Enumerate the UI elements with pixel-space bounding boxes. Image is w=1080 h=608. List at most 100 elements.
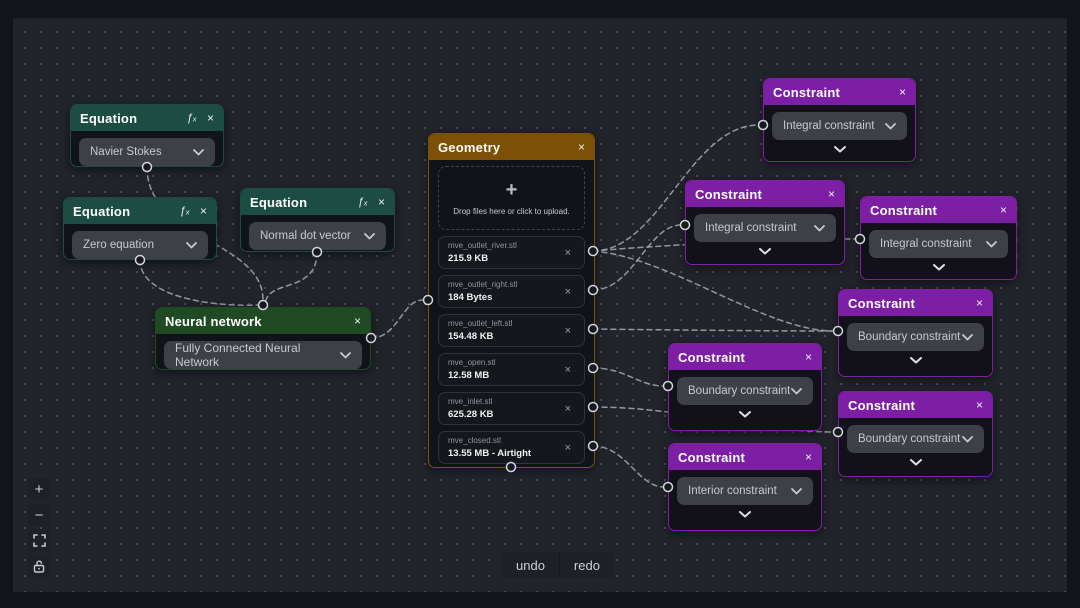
geometry-header: Geometry × (429, 134, 594, 160)
constraint-6-input-port[interactable] (834, 428, 843, 437)
close-icon[interactable]: × (805, 451, 812, 463)
chevron-down-icon (910, 459, 922, 466)
equation-node-2[interactable]: Equation ƒₓ × Zero equation (63, 197, 217, 260)
expand-node-chevron[interactable] (764, 140, 915, 157)
file-name: mve_outlet_left.stl (448, 319, 575, 328)
constraint-select-4[interactable]: Boundary constraint (847, 323, 984, 351)
function-icon[interactable]: ƒₓ (180, 206, 190, 217)
close-icon[interactable]: × (354, 315, 361, 327)
expand-node-chevron[interactable] (839, 351, 992, 368)
close-icon[interactable]: × (378, 196, 385, 208)
constraint-select-2[interactable]: Integral constraint (694, 214, 836, 242)
chevron-down-icon (364, 233, 375, 240)
file-left-output-port[interactable] (589, 325, 598, 334)
node-title: Equation (80, 111, 177, 126)
geometry-input-port[interactable] (424, 296, 433, 305)
file-item: mve_inlet.stl 625.28 KB × (438, 392, 585, 425)
close-icon[interactable]: × (976, 297, 983, 309)
file-size: 184 Bytes (448, 292, 575, 303)
close-icon[interactable]: × (578, 141, 585, 153)
file-closed-output-port[interactable] (589, 442, 598, 451)
constraint-header: Constraint × (861, 197, 1016, 223)
file-open-output-port[interactable] (589, 364, 598, 373)
constraint-select-7[interactable]: Interior constraint (677, 477, 813, 505)
neural-network-output-port[interactable] (367, 334, 376, 343)
close-icon[interactable]: × (200, 205, 207, 217)
upload-plus-icon: + (506, 180, 518, 200)
undo-button[interactable]: undo (502, 552, 559, 578)
constraint-node-3[interactable]: Constraint × Integral constraint (860, 196, 1017, 280)
equation-node-2-header: Equation ƒₓ × (64, 198, 216, 224)
chevron-down-icon (962, 436, 973, 443)
geometry-bottom-port[interactable] (507, 463, 516, 472)
constraint-7-input-port[interactable] (664, 483, 673, 492)
constraint-node-6[interactable]: Constraint × Boundary constraint (838, 391, 993, 477)
equation-node-1[interactable]: Equation ƒₓ × Navier Stokes (70, 104, 224, 167)
equation-1-output-port[interactable] (143, 163, 152, 172)
equation-select-3[interactable]: Normal dot vector (249, 222, 386, 250)
select-value: Navier Stokes (90, 146, 162, 158)
chevron-down-icon (814, 225, 825, 232)
chevron-down-icon (186, 242, 197, 249)
expand-node-chevron[interactable] (686, 242, 844, 259)
expand-node-chevron[interactable] (669, 405, 821, 422)
neural-network-input-port[interactable] (259, 301, 268, 310)
remove-file-icon[interactable]: × (565, 286, 571, 298)
equation-2-output-port[interactable] (136, 256, 145, 265)
equation-node-3-header: Equation ƒₓ × (241, 189, 394, 215)
fit-view-button[interactable] (28, 529, 50, 551)
file-river-output-port[interactable] (589, 247, 598, 256)
geometry-node[interactable]: Geometry × + Drop files here or click to… (428, 133, 595, 468)
neural-network-select[interactable]: Fully Connected Neural Network (164, 341, 362, 369)
constraint-node-7[interactable]: Constraint × Interior constraint (668, 443, 822, 531)
expand-node-chevron[interactable] (669, 505, 821, 522)
close-icon[interactable]: × (828, 188, 835, 200)
expand-node-chevron[interactable] (861, 258, 1016, 275)
remove-file-icon[interactable]: × (565, 364, 571, 376)
neural-network-node[interactable]: Neural network × Fully Connected Neural … (155, 307, 371, 370)
remove-file-icon[interactable]: × (565, 442, 571, 454)
file-item: mve_outlet_right.stl 184 Bytes × (438, 275, 585, 308)
constraint-select-1[interactable]: Integral constraint (772, 112, 907, 140)
close-icon[interactable]: × (976, 399, 983, 411)
redo-button[interactable]: redo (559, 552, 614, 578)
remove-file-icon[interactable]: × (565, 325, 571, 337)
expand-node-chevron[interactable] (839, 453, 992, 470)
close-icon[interactable]: × (805, 351, 812, 363)
chevron-down-icon (834, 146, 846, 153)
function-icon[interactable]: ƒₓ (187, 113, 197, 124)
constraint-select-3[interactable]: Integral constraint (869, 230, 1008, 258)
constraint-5-input-port[interactable] (664, 382, 673, 391)
chevron-down-icon (193, 149, 204, 156)
function-icon[interactable]: ƒₓ (358, 197, 368, 208)
plus-icon: + (35, 481, 44, 498)
constraint-select-5[interactable]: Boundary constraint (677, 377, 813, 405)
remove-file-icon[interactable]: × (565, 247, 571, 259)
constraint-2-input-port[interactable] (681, 221, 690, 230)
select-value: Boundary constraint (858, 331, 960, 343)
lock-button[interactable] (28, 555, 50, 577)
constraint-node-5[interactable]: Constraint × Boundary constraint (668, 343, 822, 431)
constraint-3-input-port[interactable] (856, 235, 865, 244)
remove-file-icon[interactable]: × (565, 403, 571, 415)
constraint-1-input-port[interactable] (759, 121, 768, 130)
constraint-header: Constraint × (764, 79, 915, 105)
file-dropzone[interactable]: + Drop files here or click to upload. (438, 166, 585, 230)
equation-3-output-port[interactable] (313, 248, 322, 257)
close-icon[interactable]: × (1000, 204, 1007, 216)
zoom-in-button[interactable]: + (28, 478, 50, 500)
file-inlet-output-port[interactable] (589, 403, 598, 412)
node-title: Equation (73, 204, 170, 219)
constraint-node-2[interactable]: Constraint × Integral constraint (685, 180, 845, 265)
constraint-select-6[interactable]: Boundary constraint (847, 425, 984, 453)
constraint-header: Constraint × (686, 181, 844, 207)
constraint-node-1[interactable]: Constraint × Integral constraint (763, 78, 916, 162)
file-right-output-port[interactable] (589, 286, 598, 295)
close-icon[interactable]: × (899, 86, 906, 98)
constraint-node-4[interactable]: Constraint × Boundary constraint (838, 289, 993, 377)
constraint-4-input-port[interactable] (834, 327, 843, 336)
file-size: 154.48 KB (448, 331, 575, 342)
equation-node-3[interactable]: Equation ƒₓ × Normal dot vector (240, 188, 395, 252)
zoom-out-button[interactable]: − (28, 504, 50, 526)
close-icon[interactable]: × (207, 112, 214, 124)
